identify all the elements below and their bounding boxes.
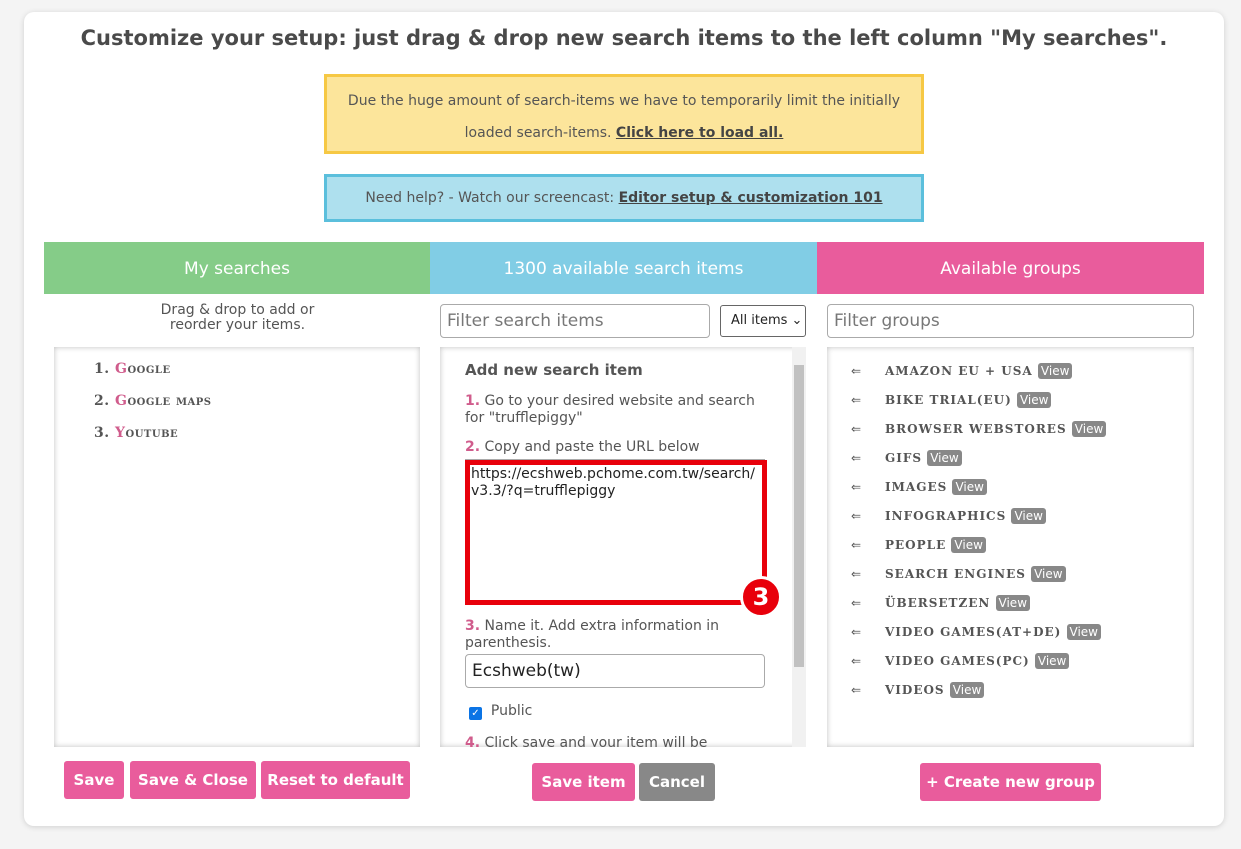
filter-search-items-input[interactable]: Filter search items	[440, 304, 710, 338]
group-item[interactable]: ⇐ Search engines View	[851, 566, 1066, 582]
arrow-left-icon: ⇐	[851, 393, 863, 407]
form-heading: Add new search item	[465, 361, 643, 379]
arrow-left-icon: ⇐	[851, 654, 863, 668]
reset-default-button[interactable]: Reset to default	[261, 761, 410, 799]
view-group-button[interactable]: View	[951, 537, 986, 553]
arrow-left-icon: ⇐	[851, 480, 863, 494]
save-button[interactable]: Save	[64, 761, 124, 799]
step-4: 4. Click save and your item will be	[465, 735, 708, 747]
group-name: GIFs	[885, 451, 923, 465]
my-searches-list[interactable]: 1. Google 2. Google maps 3. Youtube	[54, 347, 420, 747]
group-item[interactable]: ⇐ Video Games(PC) View	[851, 653, 1070, 669]
group-item[interactable]: ⇐ GIFs View	[851, 450, 962, 466]
load-all-link[interactable]: Click here to load all.	[616, 125, 783, 141]
group-name: Bike Trial(EU)	[885, 393, 1012, 407]
group-name: Amazon EU + USA	[885, 364, 1033, 378]
group-item[interactable]: ⇐ Browser Webstores View	[851, 421, 1107, 437]
view-group-button[interactable]: View	[1034, 653, 1070, 669]
arrow-left-icon: ⇐	[851, 451, 863, 465]
arrow-left-icon: ⇐	[851, 625, 863, 639]
group-name: Videos	[885, 683, 945, 697]
view-group-button[interactable]: View	[1016, 392, 1052, 408]
arrow-left-icon: ⇐	[851, 538, 863, 552]
drag-hint: Drag & drop to add or reorder your items…	[160, 302, 315, 333]
group-name: People	[885, 538, 947, 552]
group-item[interactable]: ⇐ People View	[851, 537, 986, 553]
group-item[interactable]: ⇐ Amazon EU + USA View	[851, 363, 1073, 379]
item-name-input[interactable]: Ecshweb(tw)	[465, 654, 765, 688]
help-notice: Need help? - Watch our screencast: Edito…	[324, 174, 924, 222]
view-group-button[interactable]: View	[1066, 624, 1101, 640]
view-group-button[interactable]: View	[1071, 421, 1107, 437]
view-group-button[interactable]: View	[1031, 566, 1066, 582]
available-groups-header: Available groups	[817, 242, 1204, 294]
load-limit-notice: Due the huge amount of search-items we h…	[324, 74, 924, 154]
filter-groups-input[interactable]: Filter groups	[827, 304, 1194, 338]
save-item-button[interactable]: Save item	[532, 763, 635, 801]
arrow-left-icon: ⇐	[851, 509, 863, 523]
group-item[interactable]: ⇐ Bike Trial(EU) View	[851, 392, 1052, 408]
view-group-button[interactable]: View	[927, 450, 962, 466]
view-group-button[interactable]: View	[995, 595, 1031, 611]
create-group-button[interactable]: + Create new group	[920, 763, 1101, 801]
available-items-header: 1300 available search items	[430, 242, 817, 294]
my-searches-header: My searches	[44, 242, 430, 294]
arrow-left-icon: ⇐	[851, 364, 863, 378]
view-group-button[interactable]: View	[1011, 508, 1046, 524]
group-item[interactable]: ⇐ Images View	[851, 479, 987, 495]
groups-list: ⇐ Amazon EU + USA View ⇐ Bike Trial(EU) Vie…	[827, 347, 1194, 747]
list-item[interactable]: 2. Google maps	[94, 393, 212, 409]
group-item[interactable]: ⇐ Videos View	[851, 682, 985, 698]
public-checkbox[interactable]: ✓	[469, 707, 482, 720]
group-item[interactable]: ⇐ Infographics View	[851, 508, 1046, 524]
scrollbar-thumb[interactable]	[794, 365, 804, 667]
view-group-button[interactable]: View	[949, 682, 985, 698]
group-item[interactable]: ⇐ Video Games(AT+DE) View	[851, 624, 1101, 640]
save-close-button[interactable]: Save & Close	[130, 761, 256, 799]
group-name: Images	[885, 480, 948, 494]
chevron-down-icon: ⌄	[791, 313, 803, 328]
step-2: 2. Copy and paste the URL below	[465, 439, 700, 455]
step-3: 3. Name it. Add extra information in par…	[465, 618, 720, 651]
list-item[interactable]: 1. Google	[94, 361, 171, 377]
arrow-left-icon: ⇐	[851, 596, 863, 610]
annotation-highlight	[465, 460, 767, 605]
help-text: Need help? - Watch our screencast:	[365, 190, 615, 206]
arrow-left-icon: ⇐	[851, 422, 863, 436]
group-name: Übersetzen	[885, 596, 991, 610]
annotation-badge: 3	[740, 576, 782, 618]
view-group-button[interactable]: View	[1037, 363, 1073, 379]
group-name: Infographics	[885, 509, 1007, 523]
arrow-left-icon: ⇐	[851, 683, 863, 697]
view-group-button[interactable]: View	[952, 479, 987, 495]
arrow-left-icon: ⇐	[851, 567, 863, 581]
group-item[interactable]: ⇐ Übersetzen View	[851, 595, 1031, 611]
screencast-link[interactable]: Editor setup & customization 101	[619, 190, 883, 206]
step-1: 1. Go to your desired website and search…	[465, 393, 755, 426]
page-title: Customize your setup: just drag & drop n…	[80, 26, 1168, 50]
group-name: Search engines	[885, 567, 1026, 581]
scrollbar[interactable]	[792, 347, 806, 747]
items-select[interactable]: All items ⌄	[720, 305, 806, 337]
group-name: Video Games(AT+DE)	[885, 625, 1062, 639]
group-name: Browser Webstores	[885, 422, 1067, 436]
group-name: Video Games(PC)	[885, 654, 1030, 668]
public-checkbox-row[interactable]: ✓ Public	[469, 703, 532, 720]
cancel-button[interactable]: Cancel	[639, 763, 715, 801]
list-item[interactable]: 3. Youtube	[94, 425, 178, 441]
